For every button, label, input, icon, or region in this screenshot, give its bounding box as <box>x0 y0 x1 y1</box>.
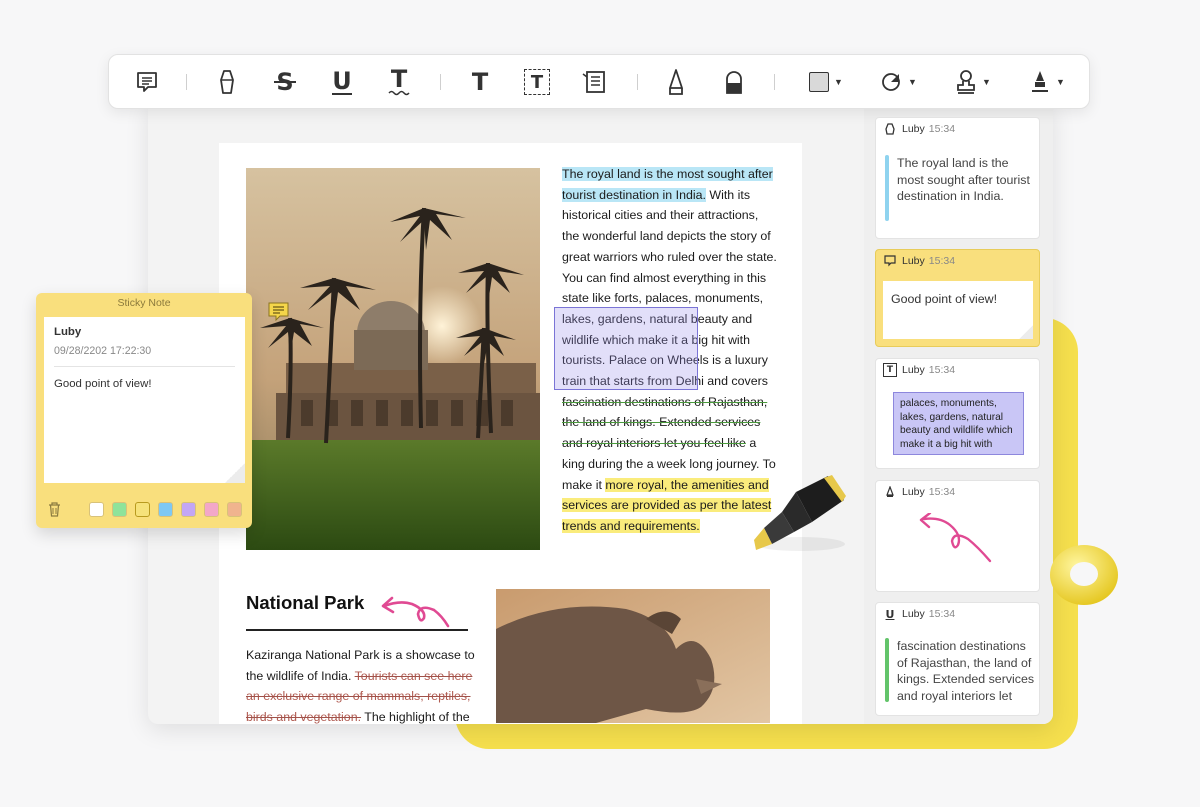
strikethrough-text[interactable]: fascination destinations of Rajasthan, t… <box>562 395 767 450</box>
comment-card[interactable]: U Luby 15:34 fascination destinations of … <box>875 602 1040 716</box>
toolbar-separator <box>186 74 187 90</box>
color-swatch[interactable] <box>89 502 104 517</box>
color-swatch[interactable] <box>227 502 242 517</box>
comment-note-paper: Good point of view! <box>883 281 1033 339</box>
national-park-paragraph: Kaziranga National Park is a showcase to… <box>246 648 475 725</box>
comment-card[interactable]: Luby 15:34 The royal land is the most sou… <box>875 117 1040 239</box>
comment-color-bar <box>885 638 889 702</box>
area-highlight-icon[interactable]: ▼ <box>879 67 919 97</box>
note-marker-icon[interactable] <box>268 302 289 322</box>
chevron-down-icon: ▼ <box>908 77 917 87</box>
text-icon[interactable]: T <box>466 67 494 97</box>
comment-card[interactable]: Luby 15:34 <box>875 480 1040 592</box>
color-swatch[interactable] <box>158 502 173 517</box>
highlight-icon <box>883 122 897 136</box>
comment-icon[interactable] <box>133 67 161 97</box>
chevron-down-icon: ▼ <box>982 77 991 87</box>
toolbar-separator <box>774 74 775 90</box>
pencil-icon <box>883 485 897 499</box>
highlight-icon[interactable] <box>213 67 241 97</box>
pencil-icon[interactable] <box>662 67 690 97</box>
comment-card[interactable]: Luby 15:34 Good point of view! <box>875 249 1040 347</box>
sticky-note-text[interactable]: Good point of view! <box>54 378 152 390</box>
sticky-note-author: Luby <box>54 326 82 338</box>
color-swatch[interactable] <box>181 502 196 517</box>
color-swatch[interactable] <box>204 502 219 517</box>
comment-card[interactable]: T Luby 15:34 palaces, monuments, lakes, g… <box>875 358 1040 469</box>
toolbar-separator <box>440 74 441 90</box>
color-swatch[interactable] <box>135 502 150 517</box>
signature-icon[interactable]: ▼ <box>1027 67 1067 97</box>
section-divider <box>246 629 468 631</box>
sticky-note-title: Sticky Note <box>117 297 171 309</box>
area-annotation-box[interactable] <box>554 307 698 390</box>
underline-icon: U <box>885 607 895 621</box>
toolbar-separator <box>637 74 638 90</box>
sticky-note-popup[interactable]: Sticky Note Luby 09/28/2202 17:22:30 Goo… <box>36 293 252 528</box>
annotation-toolbar: S U T T T ▼ ▼ ▼ ▼ <box>108 54 1090 109</box>
section-heading: National Park <box>246 592 365 613</box>
underline-icon[interactable]: U <box>328 67 356 97</box>
shape-icon[interactable]: ▼ <box>806 67 846 97</box>
photo-rhino <box>496 589 770 723</box>
eraser-icon[interactable] <box>720 67 748 97</box>
sticky-note-date: 09/28/2202 17:22:30 <box>54 345 152 357</box>
squiggly-icon[interactable]: T <box>385 67 413 97</box>
textbox-icon: T <box>883 363 897 377</box>
callout-icon[interactable] <box>580 67 608 97</box>
comment-icon <box>883 254 897 268</box>
textbox-preview: palaces, monuments, lakes, gardens, natu… <box>893 392 1024 455</box>
arrow-ink-annotation[interactable] <box>380 596 452 630</box>
sticky-note-body[interactable]: Luby 09/28/2202 17:22:30 Good point of v… <box>44 317 245 483</box>
chevron-down-icon: ▼ <box>834 77 843 87</box>
color-swatch[interactable] <box>112 502 127 517</box>
photo-humayun-tomb <box>246 168 540 550</box>
ink-drawing-preview <box>919 513 992 563</box>
trash-icon[interactable] <box>48 502 61 522</box>
stamp-icon[interactable]: ▼ <box>953 67 993 97</box>
highlighter-pen-illustration <box>754 475 846 551</box>
comment-color-bar <box>885 155 889 221</box>
strikethrough-icon[interactable]: S <box>271 67 299 97</box>
decorative-ring <box>1050 545 1118 605</box>
chevron-down-icon: ▼ <box>1056 77 1065 87</box>
textbox-icon[interactable]: T <box>523 67 551 97</box>
